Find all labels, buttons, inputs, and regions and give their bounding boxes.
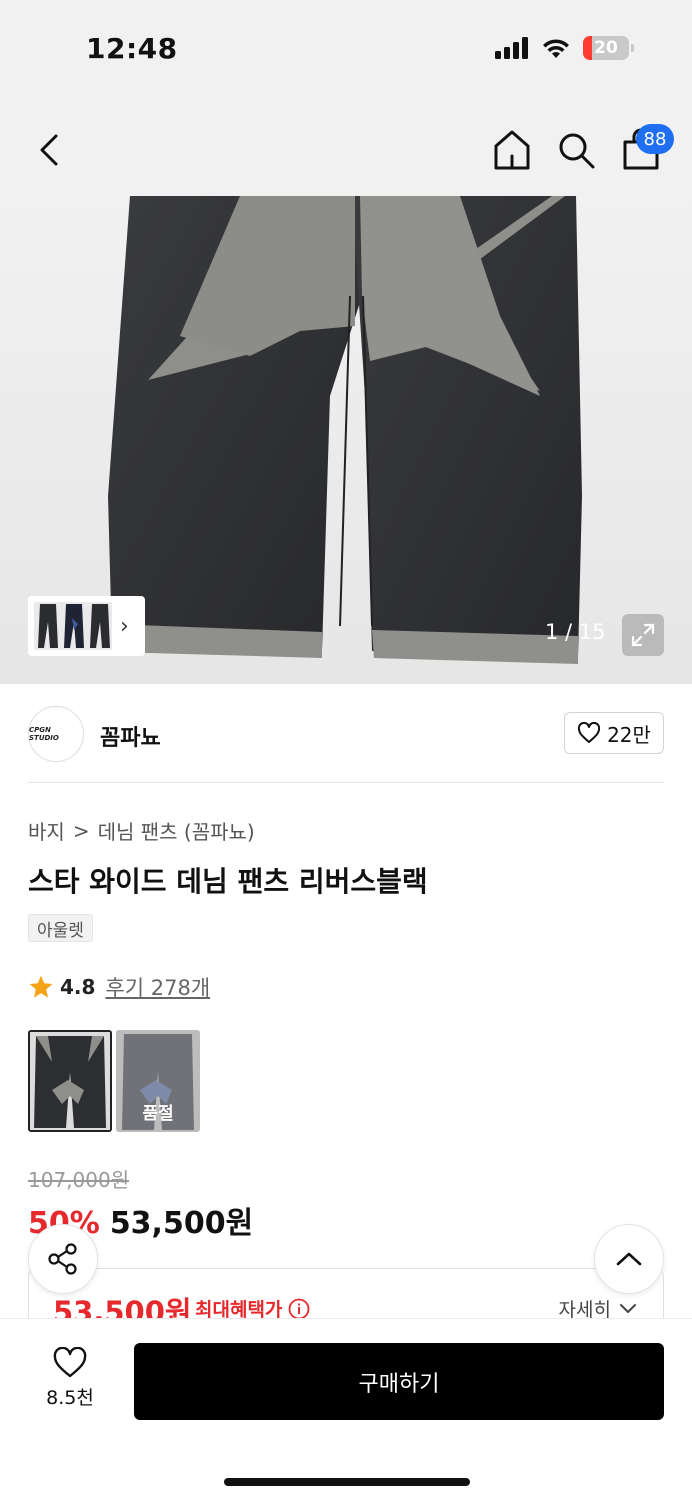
product-title: 스타 와이드 데님 팬츠 리버스블랙 — [28, 865, 428, 898]
outlet-tag: 아울렛 — [28, 914, 93, 942]
wishlist-count: 8.5천 — [46, 1387, 94, 1409]
chevron-right-icon: › — [120, 613, 129, 639]
brand-row: CPGN STUDIO 꼼파뇨 22만 — [0, 684, 692, 784]
brand-like-button[interactable]: 22만 — [564, 712, 664, 754]
chevron-up-icon — [616, 1252, 642, 1266]
brand-name[interactable]: 꼼파뇨 — [100, 720, 161, 752]
share-button[interactable] — [28, 1224, 98, 1294]
bottom-action-bar: 8.5천 구매하기 — [0, 1318, 692, 1500]
cart-count-badge: 88 — [636, 124, 674, 154]
rating-row: 4.8 후기 278개 — [28, 972, 210, 1002]
heart-icon — [53, 1347, 87, 1378]
wifi-icon — [543, 39, 569, 58]
signal-icon — [495, 37, 528, 59]
expand-icon — [631, 623, 655, 647]
thumbnail-image — [34, 602, 112, 650]
back-arrow-icon[interactable] — [30, 130, 70, 170]
breadcrumb-subcategory[interactable]: 데님 팬츠 (꼼파뇨) — [98, 816, 255, 845]
original-price: 107,000원 — [28, 1168, 130, 1192]
sold-out-label: 품절 — [116, 1030, 200, 1132]
brand-like-count: 22만 — [607, 722, 651, 747]
breadcrumb-separator: > — [72, 818, 90, 843]
color-options: 품절 — [28, 1030, 200, 1132]
brand-logo[interactable]: CPGN STUDIO — [28, 706, 84, 762]
image-thumbnail-strip[interactable]: › — [28, 596, 145, 656]
home-indicator — [224, 1478, 470, 1486]
expand-image-button[interactable] — [622, 614, 664, 656]
rating-value: 4.8 — [60, 975, 96, 999]
search-icon[interactable] — [556, 130, 596, 170]
share-icon — [48, 1243, 77, 1275]
product-image-carousel[interactable]: › 1 / 15 — [0, 196, 692, 684]
image-counter: 1 / 15 — [545, 620, 606, 644]
status-icons: 20 — [495, 36, 634, 60]
battery-cap — [631, 44, 634, 52]
heart-icon — [578, 722, 601, 743]
breadcrumb-category[interactable]: 바지 — [28, 816, 65, 845]
scroll-top-button[interactable] — [594, 1224, 664, 1294]
color-option-navy[interactable]: 품절 — [116, 1030, 200, 1132]
chevron-down-icon — [620, 1303, 636, 1313]
sale-price: 53,500원 — [109, 1206, 254, 1241]
star-icon — [29, 975, 53, 998]
home-icon[interactable] — [492, 128, 532, 172]
battery-icon: 20 — [583, 36, 629, 60]
breadcrumb: 바지 > 데님 팬츠 (꼼파뇨) — [28, 816, 255, 845]
info-icon[interactable] — [288, 1298, 310, 1320]
divider — [28, 782, 664, 783]
nav-bar: 88 — [0, 100, 692, 196]
review-count-link[interactable]: 후기 278개 — [105, 972, 210, 1002]
color-option-black[interactable] — [28, 1030, 112, 1132]
buy-button[interactable]: 구매하기 — [134, 1343, 664, 1420]
battery-level: 20 — [594, 38, 618, 58]
color-option-image — [30, 1032, 110, 1130]
status-bar: 12:48 20 — [0, 0, 692, 100]
status-time: 12:48 — [86, 32, 178, 65]
wishlist-button[interactable]: 8.5천 — [28, 1347, 112, 1410]
